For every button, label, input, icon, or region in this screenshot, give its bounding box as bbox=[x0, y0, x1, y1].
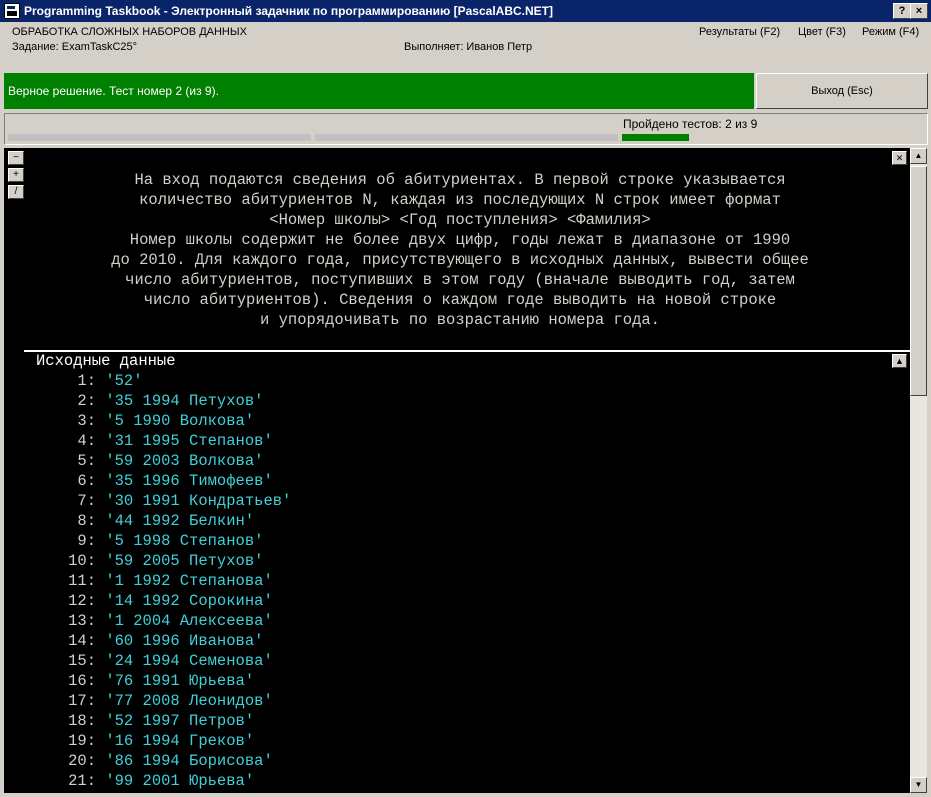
scroll-thumb[interactable] bbox=[910, 166, 927, 396]
list-item: 21: '99 2001 Юрьева' bbox=[36, 771, 291, 791]
status-message: Верное решение. Тест номер 2 (из 9). bbox=[8, 84, 219, 98]
section-name: ОБРАБОТКА СЛОЖНЫХ НАБОРОВ ДАННЫХ bbox=[12, 26, 247, 38]
row-value: '35 1994 Петухов' bbox=[105, 392, 264, 410]
list-item: 19: '16 1994 Греков' bbox=[36, 731, 291, 751]
row-value: '86 1994 Борисова' bbox=[105, 752, 273, 770]
results-menu[interactable]: Результаты (F2) bbox=[699, 26, 780, 38]
list-item: 13: '1 2004 Алексеева' bbox=[36, 611, 291, 631]
list-item: 12: '14 1992 Сорокина' bbox=[36, 591, 291, 611]
input-section-title: Исходные данные bbox=[36, 352, 176, 370]
list-item: 17: '77 2008 Леонидов' bbox=[36, 691, 291, 711]
row-number: 4: bbox=[77, 432, 96, 450]
row-value: '76 1991 Юрьева' bbox=[105, 672, 255, 690]
row-number: 12: bbox=[68, 592, 96, 610]
performer-name: Выполняет: Иванов Петр bbox=[404, 41, 533, 53]
row-value: '14 1992 Сорокина' bbox=[105, 592, 273, 610]
progress-track-segment bbox=[315, 134, 618, 141]
progress-track-segment bbox=[8, 134, 311, 141]
row-number: 8: bbox=[77, 512, 96, 530]
list-item: 10: '59 2005 Петухов' bbox=[36, 551, 291, 571]
title-bar: Programming Taskbook - Электронный задач… bbox=[0, 0, 931, 22]
row-number: 3: bbox=[77, 412, 96, 430]
row-value: '59 2003 Волкова' bbox=[105, 452, 264, 470]
list-item: 5: '59 2003 Волкова' bbox=[36, 451, 291, 471]
list-item: 6: '35 1996 Тимофеев' bbox=[36, 471, 291, 491]
list-item: 9: '5 1998 Степанов' bbox=[36, 531, 291, 551]
close-panel-button[interactable]: ✕ bbox=[892, 151, 907, 165]
row-value: '52' bbox=[105, 372, 143, 390]
row-value: '5 1998 Степанов' bbox=[105, 532, 264, 550]
row-number: 19: bbox=[68, 732, 96, 750]
row-number: 1: bbox=[77, 372, 96, 390]
scroll-down-icon[interactable]: ▼ bbox=[910, 777, 927, 793]
close-button[interactable]: × bbox=[910, 3, 928, 19]
row-number: 6: bbox=[77, 472, 96, 490]
row-value: '24 1994 Семенова' bbox=[105, 652, 273, 670]
row-number: 11: bbox=[68, 572, 96, 590]
task-description: На вход подаются сведения об абитуриента… bbox=[111, 171, 809, 329]
task-panel[interactable]: − + / ✕ На вход подаются сведения об аби… bbox=[4, 148, 910, 793]
input-data-list: 1: '52' 2: '35 1994 Петухов' 3: '5 1990 Во… bbox=[36, 371, 291, 791]
help-button[interactable]: ? bbox=[893, 3, 911, 19]
tests-passed-label: Пройдено тестов: 2 из 9 bbox=[623, 117, 758, 131]
list-item: 15: '24 1994 Семенова' bbox=[36, 651, 291, 671]
slash-button[interactable]: / bbox=[8, 185, 24, 199]
row-value: '31 1995 Степанов' bbox=[105, 432, 273, 450]
row-number: 15: bbox=[68, 652, 96, 670]
list-item: 3: '5 1990 Волкова' bbox=[36, 411, 291, 431]
app-icon[interactable] bbox=[4, 3, 20, 19]
row-value: '59 2005 Петухов' bbox=[105, 552, 264, 570]
list-item: 8: '44 1992 Белкин' bbox=[36, 511, 291, 531]
task-name: Задание: ExamTaskC25° bbox=[12, 41, 138, 53]
font-decrease-button[interactable]: − bbox=[8, 151, 24, 165]
mode-menu[interactable]: Режим (F4) bbox=[862, 26, 919, 38]
list-item: 1: '52' bbox=[36, 371, 291, 391]
task-header: ОБРАБОТКА СЛОЖНЫХ НАБОРОВ ДАННЫХ Задание… bbox=[0, 22, 931, 70]
row-value: '77 2008 Леонидов' bbox=[105, 692, 273, 710]
row-value: '30 1991 Кондратьев' bbox=[105, 492, 292, 510]
row-number: 10: bbox=[68, 552, 96, 570]
row-number: 2: bbox=[77, 392, 96, 410]
list-item: 20: '86 1994 Борисова' bbox=[36, 751, 291, 771]
scroll-up-icon[interactable]: ▲ bbox=[910, 148, 927, 164]
row-number: 9: bbox=[77, 532, 96, 550]
list-item: 4: '31 1995 Степанов' bbox=[36, 431, 291, 451]
row-number: 20: bbox=[68, 752, 96, 770]
row-value: '44 1992 Белкин' bbox=[105, 512, 255, 530]
row-value: '1 2004 Алексеева' bbox=[105, 612, 273, 630]
list-item: 18: '52 1997 Петров' bbox=[36, 711, 291, 731]
exit-button[interactable]: Выход (Esc) bbox=[756, 73, 928, 109]
test-progress: Пройдено тестов: 2 из 9 bbox=[4, 113, 928, 145]
row-number: 17: bbox=[68, 692, 96, 710]
row-value: '5 1990 Волкова' bbox=[105, 412, 255, 430]
row-value: '35 1996 Тимофеев' bbox=[105, 472, 273, 490]
progress-passed-bar bbox=[622, 134, 689, 141]
list-item: 2: '35 1994 Петухов' bbox=[36, 391, 291, 411]
row-number: 7: bbox=[77, 492, 96, 510]
color-menu[interactable]: Цвет (F3) bbox=[798, 26, 846, 38]
row-value: '52 1997 Петров' bbox=[105, 712, 255, 730]
row-number: 16: bbox=[68, 672, 96, 690]
row-number: 13: bbox=[68, 612, 96, 630]
row-number: 21: bbox=[68, 772, 96, 790]
list-item: 7: '30 1991 Кондратьев' bbox=[36, 491, 291, 511]
row-number: 18: bbox=[68, 712, 96, 730]
list-item: 11: '1 1992 Степанова' bbox=[36, 571, 291, 591]
row-value: '99 2001 Юрьева' bbox=[105, 772, 255, 790]
vertical-scrollbar[interactable]: ▲ ▼ bbox=[910, 148, 927, 793]
row-value: '60 1996 Иванова' bbox=[105, 632, 264, 650]
window-title: Programming Taskbook - Электронный задач… bbox=[24, 4, 553, 18]
exit-button-label: Выход (Esc) bbox=[811, 85, 873, 97]
status-message-bar: Верное решение. Тест номер 2 (из 9). bbox=[4, 73, 754, 109]
row-number: 5: bbox=[77, 452, 96, 470]
collapse-section-button[interactable]: ▲ bbox=[892, 354, 907, 368]
row-value: '16 1994 Греков' bbox=[105, 732, 255, 750]
font-increase-button[interactable]: + bbox=[8, 168, 24, 182]
row-number: 14: bbox=[68, 632, 96, 650]
list-item: 14: '60 1996 Иванова' bbox=[36, 631, 291, 651]
row-value: '1 1992 Степанова' bbox=[105, 572, 273, 590]
list-item: 16: '76 1991 Юрьева' bbox=[36, 671, 291, 691]
